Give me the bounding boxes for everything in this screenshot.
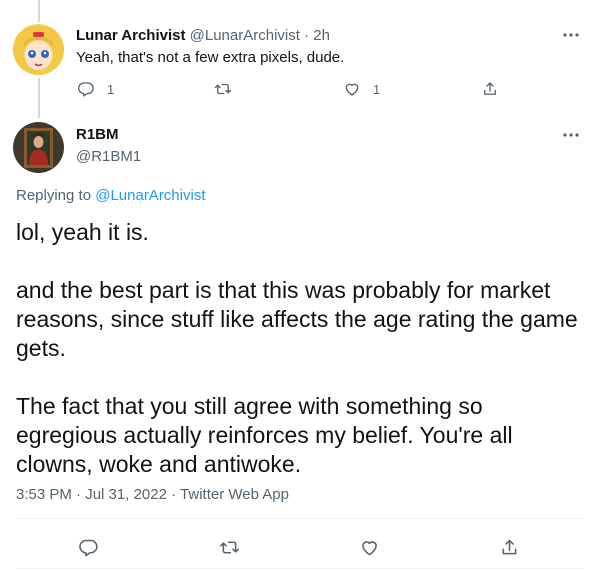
reply-button[interactable] [76,535,100,559]
reply-button[interactable]: 1 [77,80,114,98]
replying-prefix: Replying to [16,187,92,204]
tweet-paragraph: lol, yeah it is. [16,219,149,245]
separator-dot: · [76,486,82,503]
tweet-paragraph: The fact that you still agree with somet… [16,393,513,477]
reply-tweet[interactable]: Lunar Archivist @LunarArchivist · 2h Yea… [0,0,599,118]
share-button[interactable] [497,535,521,559]
avatar[interactable] [13,24,64,75]
main-handle[interactable]: @R1BM1 [76,148,141,166]
thread-line [38,0,40,22]
tweet-time-link[interactable]: 3:53 PM [16,486,72,503]
separator-dot: · [171,486,177,503]
main-action-bar [0,535,599,559]
retweet-button[interactable] [217,535,241,559]
retweet-icon [214,83,232,95]
reply-time[interactable]: 2h [313,27,330,44]
like-count: 1 [373,81,381,97]
avatar[interactable] [13,122,64,173]
share-icon [484,82,496,95]
tweet-source[interactable]: Twitter Web App [180,486,289,503]
reply-icon [78,82,94,97]
main-tweet-text: lol, yeah it is. and the best part is th… [16,218,586,479]
reply-header: Lunar Archivist @LunarArchivist · 2h [76,27,330,45]
reply-text: Yeah, that's not a few extra pixels, dud… [76,49,345,66]
share-icon [502,539,516,554]
retweet-button[interactable] [214,80,232,98]
more-icon[interactable] [561,25,581,45]
main-display-name[interactable]: R1BM [76,126,119,144]
like-button[interactable] [357,535,381,559]
tweet-meta: 3:53 PM · Jul 31, 2022 · Twitter Web App [16,486,289,504]
replying-to: Replying to @LunarArchivist [16,187,206,205]
like-icon [361,540,377,555]
reply-display-name[interactable]: Lunar Archivist [76,27,185,44]
tweet-date-link[interactable]: Jul 31, 2022 [85,486,167,503]
reply-handle[interactable]: @LunarArchivist [190,27,300,44]
separator-dot: · [304,27,310,44]
retweet-icon [219,540,239,554]
divider [16,568,583,569]
reply-count: 1 [107,81,115,97]
like-icon [345,83,359,96]
tweet-paragraph: and the best part is that this was proba… [16,277,578,361]
painting-portrait-avatar-icon [13,122,64,173]
anime-character-avatar-icon [13,24,64,75]
share-button[interactable] [481,80,499,98]
replying-handle-link[interactable]: @LunarArchivist [95,187,205,204]
reply-action-bar: 1 1 [0,80,599,100]
divider [16,518,583,519]
reply-icon [78,539,98,556]
more-icon[interactable] [561,125,581,145]
like-button[interactable]: 1 [343,80,380,98]
